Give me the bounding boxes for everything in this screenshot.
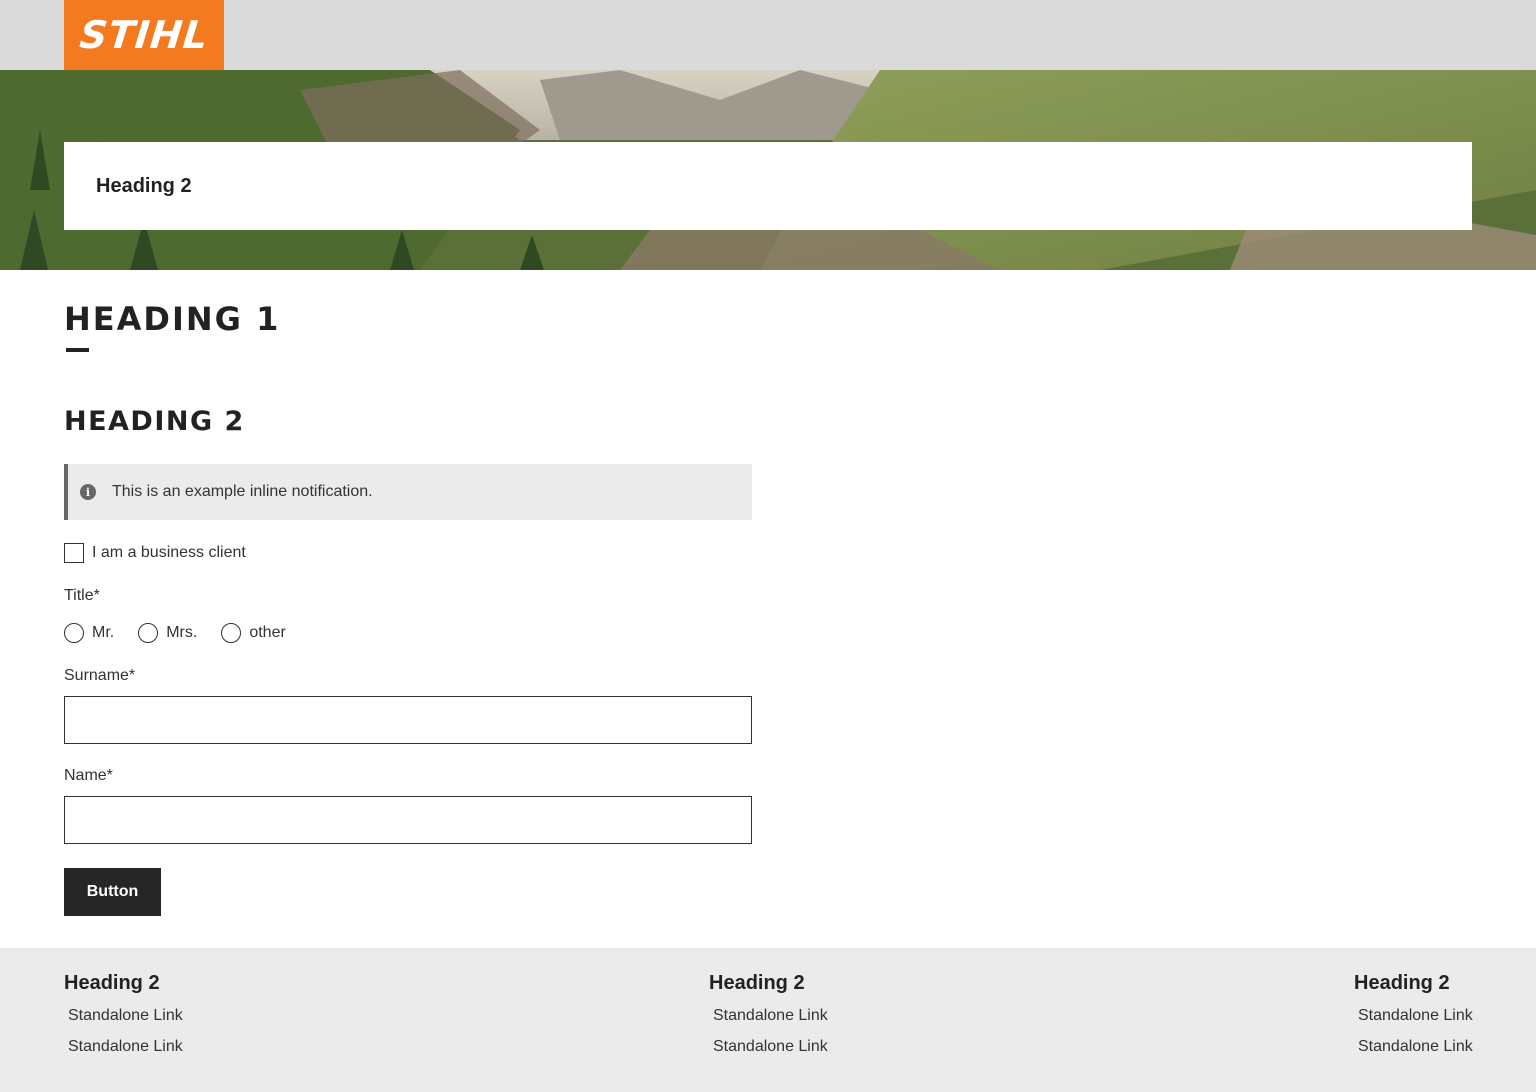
business-client-label[interactable]: I am a business client: [92, 544, 246, 562]
hero-banner: Heading 2: [0, 70, 1536, 270]
footer-link[interactable]: Standalone Link: [713, 1007, 828, 1025]
footer-column-1: Heading 2 Standalone Link Standalone Lin…: [64, 972, 183, 1056]
radio-button[interactable]: [138, 623, 159, 643]
footer-heading: Heading 2: [1354, 972, 1450, 994]
top-bar: STIHL: [0, 0, 1536, 70]
section-heading: Heading 2: [64, 406, 245, 437]
radio-mr[interactable]: Mr.: [64, 623, 114, 643]
page-title: Heading 1: [64, 300, 281, 338]
radio-label[interactable]: Mr.: [92, 624, 114, 642]
business-client-checkbox-row[interactable]: I am a business client: [64, 543, 246, 563]
business-client-checkbox[interactable]: [64, 543, 84, 563]
title-radio-group: Mr. Mrs. other: [64, 623, 310, 643]
radio-other[interactable]: other: [221, 623, 286, 643]
radio-mrs[interactable]: Mrs.: [138, 623, 197, 643]
footer-heading: Heading 2: [709, 972, 805, 994]
footer-heading: Heading 2: [64, 972, 160, 994]
surname-input[interactable]: [64, 696, 752, 744]
footer-column-3: Heading 2 Standalone Link Standalone Lin…: [1354, 972, 1473, 1056]
footer-link[interactable]: Standalone Link: [68, 1007, 183, 1025]
notification-text: This is an example inline notification.: [112, 483, 373, 500]
footer-column-2: Heading 2 Standalone Link Standalone Lin…: [709, 972, 828, 1056]
inline-notification: i This is an example inline notification…: [64, 464, 752, 520]
footer-link[interactable]: Standalone Link: [1358, 1007, 1473, 1025]
hero-card: Heading 2: [64, 142, 1472, 230]
hero-heading: Heading 2: [96, 174, 192, 197]
info-icon: i: [80, 484, 96, 500]
radio-label[interactable]: Mrs.: [166, 624, 197, 642]
title-label: Title*: [64, 587, 100, 604]
footer-link[interactable]: Standalone Link: [1358, 1038, 1473, 1056]
radio-button[interactable]: [64, 623, 84, 643]
footer: Heading 2 Standalone Link Standalone Lin…: [0, 948, 1536, 1092]
name-label: Name*: [64, 767, 113, 784]
surname-label: Surname*: [64, 667, 136, 684]
title-underline: [66, 348, 89, 352]
radio-label[interactable]: other: [249, 624, 285, 642]
name-input[interactable]: [64, 796, 752, 844]
submit-button[interactable]: Button: [64, 868, 161, 916]
radio-button[interactable]: [221, 623, 242, 643]
footer-link[interactable]: Standalone Link: [713, 1038, 828, 1056]
logo-text: STIHL: [77, 13, 211, 57]
footer-link[interactable]: Standalone Link: [68, 1038, 183, 1056]
stihl-logo[interactable]: STIHL: [64, 0, 224, 70]
